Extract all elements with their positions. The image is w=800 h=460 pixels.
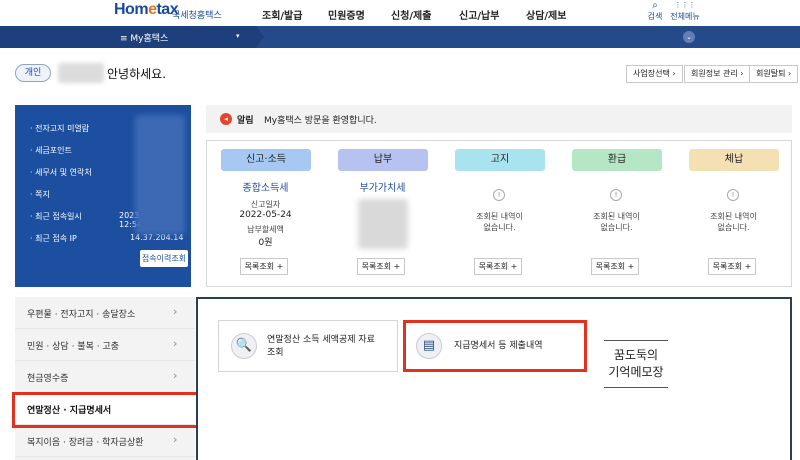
left-menu-label: 복지이음 · 장려금 · 학자금상환: [27, 438, 144, 448]
info-icon: !: [610, 189, 622, 201]
card-payment: 납부 부가가치세 목록조회 +: [324, 141, 441, 288]
card-title[interactable]: 신고·소득: [221, 149, 311, 171]
info-icon: !: [493, 189, 505, 201]
blurred-profile-values: [135, 115, 185, 235]
card-list-button[interactable]: 목록조회 +: [591, 258, 639, 275]
card-sub-label: 납부할세액: [247, 225, 284, 234]
select-business-button[interactable]: 사업장선택 ›: [626, 65, 683, 83]
user-type-badge: 개인: [15, 64, 51, 82]
chevron-right-icon: ›: [173, 433, 178, 446]
menu-consult[interactable]: 상담/제보: [526, 7, 566, 22]
all-menu-label: 전체메뉴: [670, 12, 700, 21]
withdraw-button[interactable]: 회원탈퇴 ›: [749, 65, 799, 83]
profile-item-e-notice[interactable]: · 전자고지 미열람: [30, 123, 89, 134]
greeting-text: 안녕하세요.: [107, 67, 167, 81]
card-list-button[interactable]: 목록조회 +: [474, 258, 522, 275]
tile-deduction-lookup[interactable]: 🔍 연말정산 소득 세액공제 자료조회: [218, 320, 398, 372]
profile-item-last-ip: · 최근 접속 IP: [30, 234, 77, 243]
notice-title: 알림: [237, 116, 254, 126]
left-menu-item-welfare[interactable]: 복지이음 · 장려금 · 학자금상환 ›: [15, 425, 195, 457]
left-menu-label: 현금영수증: [27, 374, 69, 384]
summary-cards: 신고·소득 종합소득세 신고일자 2022-05-24 납부할세액 0원 목록조…: [206, 140, 792, 287]
card-main-value[interactable]: 종합소득세: [207, 179, 324, 194]
left-menu-label: 민원 · 상담 · 불복 · 고충: [27, 342, 119, 352]
left-menu-item-mail[interactable]: 우편물 · 전자고지 · 송달장소 ›: [15, 297, 195, 329]
left-menu-item-cash-receipt[interactable]: 현금영수증 ›: [15, 361, 195, 393]
left-menu-label: 우편물 · 전자고지 · 송달장소: [27, 310, 136, 320]
tile-label: 연말정산 소득 세액공제 자료조회: [267, 334, 375, 360]
card-empty-line: 조회된 내역이: [593, 212, 640, 221]
member-info-button[interactable]: 회원정보 관리 ›: [684, 65, 751, 83]
grid-icon: ⋮⋮⋮: [674, 1, 696, 9]
card-sub-label: 신고일자: [250, 200, 281, 209]
hometax-logo[interactable]: Hometax: [114, 1, 179, 19]
logo-home: Hom: [114, 1, 149, 18]
all-menu-button[interactable]: ⋮⋮⋮ 전체메뉴: [670, 0, 700, 22]
document-search-icon: 🔍: [231, 333, 257, 359]
blurred-payment-details: [358, 199, 408, 249]
card-empty-message: 조회된 내역이없습니다.: [441, 211, 558, 233]
selector-arrow-shape: [256, 26, 264, 48]
notice-text: My홈택스 방문을 환영합니다.: [264, 116, 377, 126]
left-menu: 우편물 · 전자고지 · 송달장소 › 민원 · 상담 · 불복 · 고충 › …: [15, 297, 195, 460]
memo-line: 꿈도둑의: [613, 348, 659, 362]
menu-filing[interactable]: 신고/납부: [459, 7, 499, 22]
access-history-button[interactable]: 접속이력조회: [140, 250, 188, 267]
blurred-user-name: [58, 63, 104, 83]
profile-item-message[interactable]: · 쪽지: [30, 189, 50, 200]
chevron-right-icon: ›: [173, 305, 178, 318]
profile-item-tax-office[interactable]: · 세무서 및 연락처: [30, 167, 92, 178]
notice-bar: ◂ 알림 My홈택스 방문을 환영합니다.: [206, 105, 792, 133]
menu-inquiry[interactable]: 조회/발급: [262, 7, 302, 22]
profile-panel: · 전자고지 미열람 · 세금포인트 · 세무서 및 연락처 · 쪽지 · 최근…: [15, 105, 191, 287]
menu-application[interactable]: 신청/제출: [391, 7, 431, 22]
highlight-box-year-end: [12, 392, 203, 428]
card-sub-date: 2022-05-24: [239, 210, 292, 220]
card-filing: 신고·소득 종합소득세 신고일자 2022-05-24 납부할세액 0원 목록조…: [207, 141, 324, 288]
card-notice: 고지 ! 조회된 내역이없습니다. 목록조회 +: [441, 141, 558, 288]
card-empty-line: 없습니다.: [600, 223, 633, 232]
memo-line: 기억메모장: [608, 365, 664, 379]
my-hometax-bar: ≡ My홈택스 ▾ ⌄: [0, 26, 800, 48]
my-hometax-title[interactable]: ≡ My홈택스: [120, 31, 168, 44]
card-title[interactable]: 고지: [455, 149, 545, 171]
card-arrears: 체납 ! 조회된 내역이없습니다. 목록조회 +: [675, 141, 792, 288]
expand-icon[interactable]: ⌄: [683, 31, 695, 43]
search-button[interactable]: ⌕ 검색: [645, 0, 665, 22]
chevron-down-icon[interactable]: ▾: [236, 32, 240, 40]
highlight-box-payment-statement: [403, 320, 587, 372]
card-title[interactable]: 체납: [689, 149, 779, 171]
card-title[interactable]: 납부: [338, 149, 428, 171]
top-navigation: Hometax 국세청홈택스 조회/발급 민원증명 신청/제출 신고/납부 상담…: [0, 0, 800, 26]
card-list-button[interactable]: 목록조회 +: [357, 258, 405, 275]
profile-item-last-login: · 최근 접속일시: [30, 212, 82, 221]
search-label: 검색: [647, 12, 663, 21]
info-icon: !: [727, 189, 739, 201]
card-refund: 환급 ! 조회된 내역이없습니다. 목록조회 +: [558, 141, 675, 288]
chevron-right-icon: ›: [173, 337, 178, 350]
card-empty-message: 조회된 내역이없습니다.: [558, 211, 675, 233]
tile-label-line: 연말정산 소득 세액공제 자료: [267, 335, 375, 345]
card-list-button[interactable]: 목록조회 +: [240, 258, 288, 275]
card-title[interactable]: 환급: [572, 149, 662, 171]
left-menu-item-civil[interactable]: 민원 · 상담 · 불복 · 고충 ›: [15, 329, 195, 361]
card-list-button[interactable]: 목록조회 +: [708, 258, 756, 275]
memo-caption: 꿈도둑의 기억메모장: [604, 340, 668, 388]
card-empty-line: 없습니다.: [483, 223, 516, 232]
chevron-right-icon: ›: [173, 369, 178, 382]
card-empty-line: 없습니다.: [717, 223, 750, 232]
card-sub-amount: 0원: [258, 238, 273, 248]
card-empty-message: 조회된 내역이없습니다.: [675, 211, 792, 233]
card-empty-line: 조회된 내역이: [710, 212, 757, 221]
tile-label-line: 조회: [267, 348, 284, 358]
logo-subtitle: 국세청홈택스: [172, 11, 222, 21]
card-empty-line: 조회된 내역이: [476, 212, 523, 221]
menu-certificate[interactable]: 민원증명: [328, 7, 365, 22]
search-icon: ⌕: [652, 0, 658, 11]
speaker-icon: ◂: [220, 113, 232, 125]
card-main-value[interactable]: 부가가치세: [324, 179, 441, 194]
profile-item-tax-point[interactable]: · 세금포인트: [30, 145, 72, 156]
